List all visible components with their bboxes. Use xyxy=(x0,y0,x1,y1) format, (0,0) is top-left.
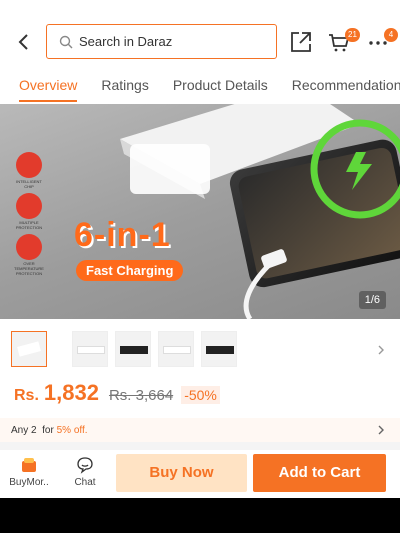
tab-product-details[interactable]: Product Details xyxy=(173,66,268,104)
store-icon xyxy=(22,458,36,472)
bottom-action-bar: BuyMor.. Chat Buy Now Add to Cart xyxy=(0,450,400,498)
product-image xyxy=(120,104,400,319)
chat-button[interactable]: Chat xyxy=(70,456,100,488)
promo-offer: 5% off. xyxy=(56,424,88,436)
current-price: 1,832 xyxy=(43,380,99,405)
buymore-button[interactable]: BuyMor.. xyxy=(8,456,50,488)
thumbnail[interactable] xyxy=(72,331,108,367)
thumbnail-strip xyxy=(0,326,400,374)
product-page: Search in Daraz 21 4 Overview Ratings Pr… xyxy=(0,0,400,498)
chevron-right-icon[interactable] xyxy=(376,344,386,356)
promo-mid: for xyxy=(42,424,54,436)
more-badge: 4 xyxy=(384,28,398,42)
divider xyxy=(0,442,400,450)
tab-bar: Overview Ratings Product Details Recomme… xyxy=(0,66,400,104)
thermometer-icon xyxy=(16,234,42,260)
price-row: Rs. 1,832 Rs. 3,664 -50% xyxy=(14,380,220,414)
discount-badge: -50% xyxy=(181,386,220,404)
top-bar: Search in Daraz 21 4 xyxy=(0,0,400,66)
feature-protection: MULTIPLE PROTECTION xyxy=(14,193,44,230)
promo-banner[interactable]: Any 2 for 5% off. xyxy=(0,418,400,442)
search-placeholder: Search in Daraz xyxy=(79,34,173,49)
back-arrow-icon[interactable] xyxy=(14,30,34,54)
share-icon[interactable] xyxy=(289,30,313,54)
feature-chip: INTELLIGENT CHIP xyxy=(14,152,44,189)
tab-ratings[interactable]: Ratings xyxy=(101,66,148,104)
tab-recommendations[interactable]: Recommendations xyxy=(292,66,400,104)
image-counter: 1/6 xyxy=(358,291,386,309)
thumbnail[interactable] xyxy=(201,331,237,367)
search-icon xyxy=(59,35,73,48)
shield-icon xyxy=(16,193,42,219)
search-input[interactable]: Search in Daraz xyxy=(46,24,277,59)
thumbnail[interactable] xyxy=(158,331,194,367)
hero-subline: Fast Charging xyxy=(76,260,184,281)
chevron-right-icon xyxy=(378,425,384,435)
cart-badge: 21 xyxy=(345,28,360,42)
promo-prefix: Any 2 xyxy=(11,424,37,436)
buy-now-button[interactable]: Buy Now xyxy=(116,454,247,492)
original-price: Rs. 3,664 xyxy=(108,387,174,404)
add-to-cart-button[interactable]: Add to Cart xyxy=(253,454,386,492)
thumbnail[interactable] xyxy=(115,331,151,367)
tab-overview[interactable]: Overview xyxy=(19,66,78,104)
chip-icon xyxy=(16,152,42,178)
feature-list: INTELLIGENT CHIP MULTIPLE PROTECTION OVE… xyxy=(14,152,44,276)
thumbnail[interactable] xyxy=(11,331,47,367)
currency-label: Rs. xyxy=(14,387,39,404)
chat-icon xyxy=(77,457,93,474)
product-image-carousel[interactable]: INTELLIGENT CHIP MULTIPLE PROTECTION OVE… xyxy=(0,104,400,319)
hero-headline: 6-in-1 xyxy=(74,216,171,254)
feature-temperature: OVER TEMPERATURE PROTECTION xyxy=(14,234,44,276)
